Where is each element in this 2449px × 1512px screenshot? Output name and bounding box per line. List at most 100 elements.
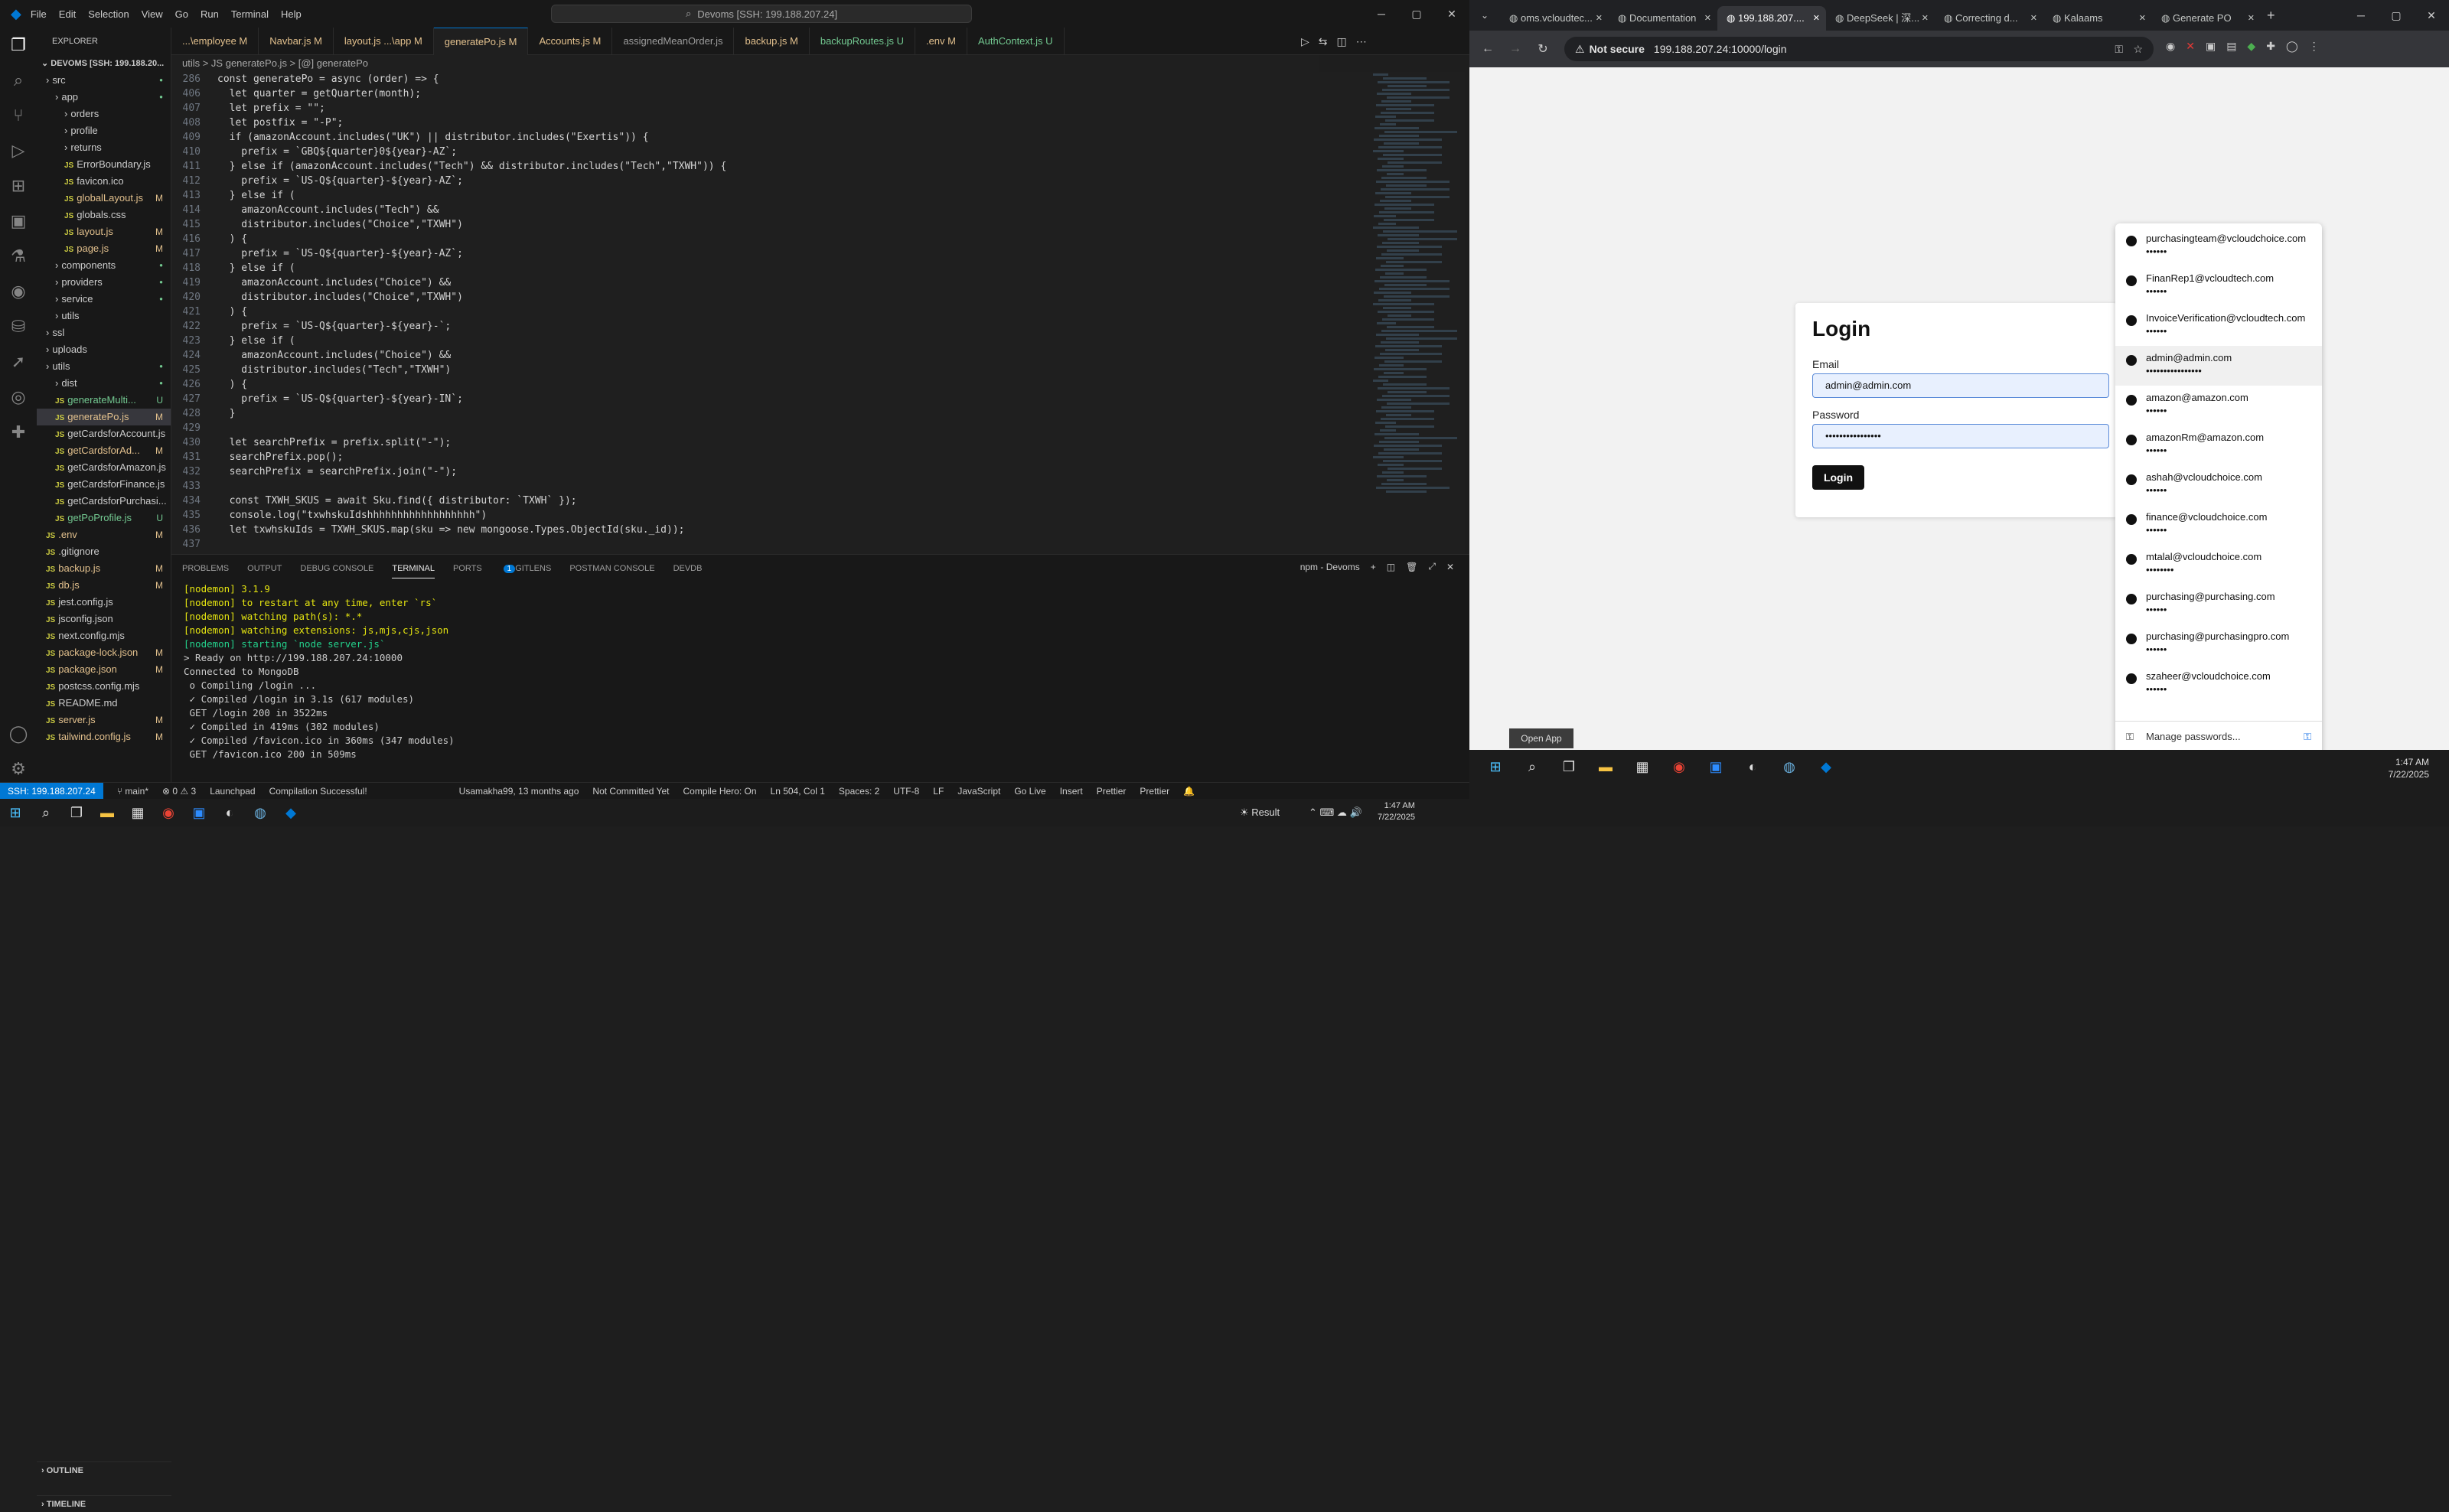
- reload-icon[interactable]: ↻: [1529, 41, 1557, 57]
- clock[interactable]: 1:47 AM 7/22/2025: [1378, 800, 1415, 823]
- panel-tab-debug-console[interactable]: DEBUG CONSOLE: [300, 564, 373, 573]
- tree-item[interactable]: JS generatePo.js M: [37, 409, 171, 425]
- tree-item[interactable]: JS getCardsforAd... M: [37, 442, 171, 459]
- tree-item[interactable]: › providers ●: [37, 274, 171, 291]
- search-icon[interactable]: ⌕: [1517, 754, 1547, 779]
- vscode-taskbar-icon[interactable]: ◆: [1811, 754, 1841, 779]
- panel-tab-postman-console[interactable]: POSTMAN CONSOLE: [569, 564, 654, 573]
- tree-item[interactable]: › src ●: [37, 72, 171, 89]
- tree-item[interactable]: JS backup.js M: [37, 560, 171, 577]
- tree-item[interactable]: JS package-lock.json M: [37, 644, 171, 661]
- remote-indicator[interactable]: SSH: 199.188.207.24: [0, 782, 103, 800]
- panel-tab-devdb[interactable]: DEVDB: [673, 564, 703, 573]
- outline-section[interactable]: › OUTLINE: [37, 1461, 171, 1478]
- panel-tab-ports[interactable]: PORTS: [453, 564, 482, 573]
- postman-icon[interactable]: ◎: [0, 380, 37, 415]
- editor-tab[interactable]: .env M: [915, 28, 967, 55]
- file-explorer-icon[interactable]: ▬: [1590, 754, 1621, 779]
- chrome-tab[interactable]: ◍ DeepSeek | 深... ✕: [1826, 6, 1935, 31]
- compile-hero-status[interactable]: Compile Hero: On: [683, 786, 756, 797]
- terminal-name[interactable]: npm - Devoms: [1300, 562, 1360, 572]
- editor-tab[interactable]: layout.js ...\app M: [334, 28, 434, 55]
- search-icon[interactable]: ⌕: [0, 63, 37, 98]
- terminal-output[interactable]: [nodemon] 3.1.9 [nodemon] to restart at a…: [171, 582, 1469, 761]
- zoom-icon[interactable]: ▣: [1701, 754, 1731, 779]
- account-icon[interactable]: ◯: [0, 716, 37, 751]
- password-field[interactable]: ••••••••••••••••: [1812, 424, 2109, 448]
- start-icon[interactable]: ⊞: [1480, 754, 1511, 779]
- editor-tab[interactable]: backupRoutes.js U: [810, 28, 915, 55]
- clock-right[interactable]: 1:47 AM 7/22/2025: [2389, 756, 2429, 780]
- tree-item[interactable]: › orders: [37, 106, 171, 122]
- minimize-button[interactable]: ─: [2343, 9, 2379, 21]
- close-panel-icon[interactable]: ✕: [1446, 562, 1454, 572]
- login-button[interactable]: Login: [1812, 465, 1864, 490]
- new-terminal-icon[interactable]: +: [1371, 562, 1376, 572]
- minimize-button[interactable]: ─: [1364, 8, 1399, 20]
- testing-icon[interactable]: ⚗: [0, 239, 37, 274]
- saved-password-item[interactable]: purchasing@purchasing.com ••••••: [2115, 585, 2322, 624]
- prettier-status[interactable]: Prettier: [1097, 786, 1127, 797]
- eol-status[interactable]: LF: [933, 786, 944, 797]
- commit-status[interactable]: Not Committed Yet: [592, 786, 669, 797]
- tree-item[interactable]: JS README.md: [37, 695, 171, 712]
- open-app-button[interactable]: Open App: [1509, 728, 1573, 748]
- remote-explorer-icon[interactable]: ▣: [0, 204, 37, 239]
- search-icon[interactable]: ⌕: [31, 800, 61, 825]
- indentation-status[interactable]: Spaces: 2: [839, 786, 879, 797]
- compare-icon[interactable]: ⇆: [1319, 35, 1328, 48]
- files-icon[interactable]: ❐: [0, 28, 37, 63]
- tree-item[interactable]: JS generateMulti... U: [37, 392, 171, 409]
- problems-status[interactable]: ⊗ 0 ⚠ 3: [162, 786, 196, 797]
- tree-item[interactable]: JS postcss.config.mjs: [37, 678, 171, 695]
- start-icon[interactable]: ⊞: [0, 800, 31, 825]
- tree-item[interactable]: › uploads: [37, 341, 171, 358]
- saved-password-item[interactable]: InvoiceVerification@vcloudtech.com ••••••: [2115, 306, 2322, 346]
- extension-icon[interactable]: ▣: [2206, 40, 2216, 53]
- address-bar[interactable]: ⚠ Not secure 199.188.207.24:10000/login …: [1564, 37, 2154, 61]
- bookmark-star-icon[interactable]: ☆: [2133, 43, 2143, 56]
- tree-item[interactable]: JS package.json M: [37, 661, 171, 678]
- timeline-section[interactable]: › TIMELINE: [37, 1495, 171, 1512]
- editor-tab[interactable]: generatePo.js M: [433, 28, 529, 55]
- panel-tab-gitlens[interactable]: GITLENS: [515, 564, 551, 573]
- task-view-icon[interactable]: ❐: [61, 800, 92, 825]
- tree-item[interactable]: › profile: [37, 122, 171, 139]
- tab-close-icon[interactable]: ✕: [2139, 6, 2146, 31]
- tree-item[interactable]: › utils: [37, 308, 171, 324]
- tree-item[interactable]: › ssl: [37, 324, 171, 341]
- tab-search-icon[interactable]: ⌄: [1469, 10, 1500, 21]
- tree-item[interactable]: JS layout.js M: [37, 223, 171, 240]
- file-explorer-icon[interactable]: ▬: [92, 800, 122, 825]
- puzzle-icon[interactable]: ✚: [0, 415, 37, 450]
- tree-item[interactable]: JS jest.config.js: [37, 594, 171, 611]
- tab-close-icon[interactable]: ✕: [1704, 6, 1711, 31]
- saved-password-item[interactable]: purchasingteam@vcloudchoice.com ••••••: [2115, 226, 2322, 266]
- compile-status[interactable]: Compilation Successful!: [269, 786, 367, 797]
- zoom-icon[interactable]: ▣: [184, 800, 214, 825]
- tree-item[interactable]: JS globalLayout.js M: [37, 190, 171, 207]
- command-center[interactable]: ⌕ Devoms [SSH: 199.188.207.24]: [551, 5, 972, 23]
- tree-item[interactable]: JS page.js M: [37, 240, 171, 257]
- database-icon[interactable]: ⛁: [0, 309, 37, 344]
- store-icon[interactable]: ▦: [1627, 754, 1658, 779]
- close-button[interactable]: ✕: [2414, 9, 2449, 22]
- menu-item-edit[interactable]: Edit: [59, 8, 76, 20]
- explorer-root[interactable]: ⌄ DEVOMS [SSH: 199.188.20...: [37, 55, 171, 72]
- code-editor[interactable]: 286 const generatePo = async (order) => {…: [171, 72, 1373, 554]
- source-control-icon[interactable]: ⑂: [0, 98, 37, 133]
- tree-item[interactable]: JS getCardsforPurchasi...: [37, 493, 171, 510]
- breadcrumb[interactable]: utils > JS generatePo.js > [@] generateP…: [171, 55, 1319, 72]
- chrome-icon[interactable]: ◉: [153, 800, 184, 825]
- close-button[interactable]: ✕: [1434, 8, 1469, 21]
- weather-widget[interactable]: ☀ Result: [1240, 807, 1280, 819]
- blame-status[interactable]: Usamakha99, 13 months ago: [459, 786, 579, 797]
- tree-item[interactable]: JS getCardsforFinance.js: [37, 476, 171, 493]
- extensions-puzzle-icon[interactable]: ✚: [2266, 40, 2275, 53]
- panel-tab-problems[interactable]: PROBLEMS: [182, 564, 229, 573]
- browser-icon[interactable]: ◍: [245, 800, 276, 825]
- tree-item[interactable]: JS ErrorBoundary.js: [37, 156, 171, 173]
- back-icon[interactable]: ←: [1474, 42, 1502, 56]
- app-icon[interactable]: ◐: [214, 800, 245, 825]
- language-status[interactable]: JavaScript: [957, 786, 1000, 797]
